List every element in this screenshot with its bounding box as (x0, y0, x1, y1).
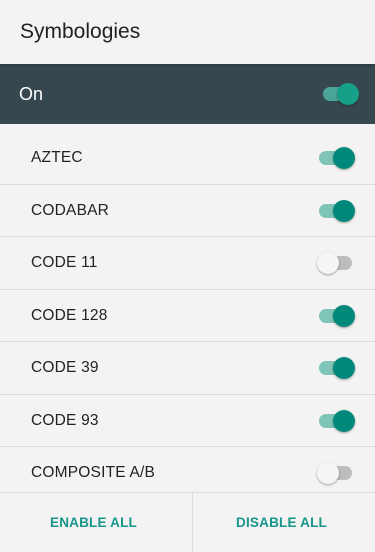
app-header: Symbologies (0, 0, 375, 64)
symbology-row-code-11[interactable]: CODE 11 (0, 237, 375, 290)
footer-actions: ENABLE ALL DISABLE ALL (0, 492, 375, 552)
master-switch[interactable] (321, 83, 359, 105)
symbology-list: AZTEC CODABAR CODE 11 CODE 128 CODE 39 C… (0, 132, 375, 500)
symbology-row-code-39[interactable]: CODE 39 (0, 342, 375, 395)
switch-thumb (333, 304, 355, 327)
switch-thumb (317, 252, 339, 274)
symbology-row-code-128[interactable]: CODE 128 (0, 290, 375, 342)
symbology-label: AZTEC (31, 149, 83, 166)
symbology-label: CODE 93 (31, 411, 99, 429)
symbology-row-codabar[interactable]: CODABAR (0, 185, 375, 237)
symbology-label: CODE 11 (31, 254, 98, 271)
switch-thumb (337, 83, 359, 105)
symbology-switch[interactable] (317, 199, 355, 222)
symbology-label: CODE 39 (31, 359, 99, 376)
symbology-switch[interactable] (317, 462, 355, 484)
master-toggle-bar[interactable]: On (0, 64, 375, 124)
symbology-switch[interactable] (317, 147, 355, 169)
switch-thumb (333, 199, 355, 222)
page-title: Symbologies (20, 20, 141, 43)
symbology-switch[interactable] (317, 357, 355, 379)
switch-thumb (333, 147, 355, 169)
symbology-switch[interactable] (317, 409, 355, 432)
master-toggle-label: On (19, 84, 44, 104)
symbology-row-code-93[interactable]: CODE 93 (0, 395, 375, 447)
symbology-row-aztec[interactable]: AZTEC (0, 132, 375, 185)
symbology-label: CODABAR (31, 201, 110, 219)
enable-all-button[interactable]: ENABLE ALL (0, 493, 187, 552)
symbology-switch[interactable] (317, 252, 355, 274)
symbology-label: CODE 128 (31, 306, 108, 324)
symbology-label: COMPOSITE A/B (31, 464, 156, 481)
symbology-switch[interactable] (317, 304, 355, 327)
switch-thumb (333, 409, 355, 432)
disable-all-button[interactable]: DISABLE ALL (188, 493, 375, 552)
switch-thumb (317, 462, 339, 484)
switch-thumb (333, 357, 355, 379)
